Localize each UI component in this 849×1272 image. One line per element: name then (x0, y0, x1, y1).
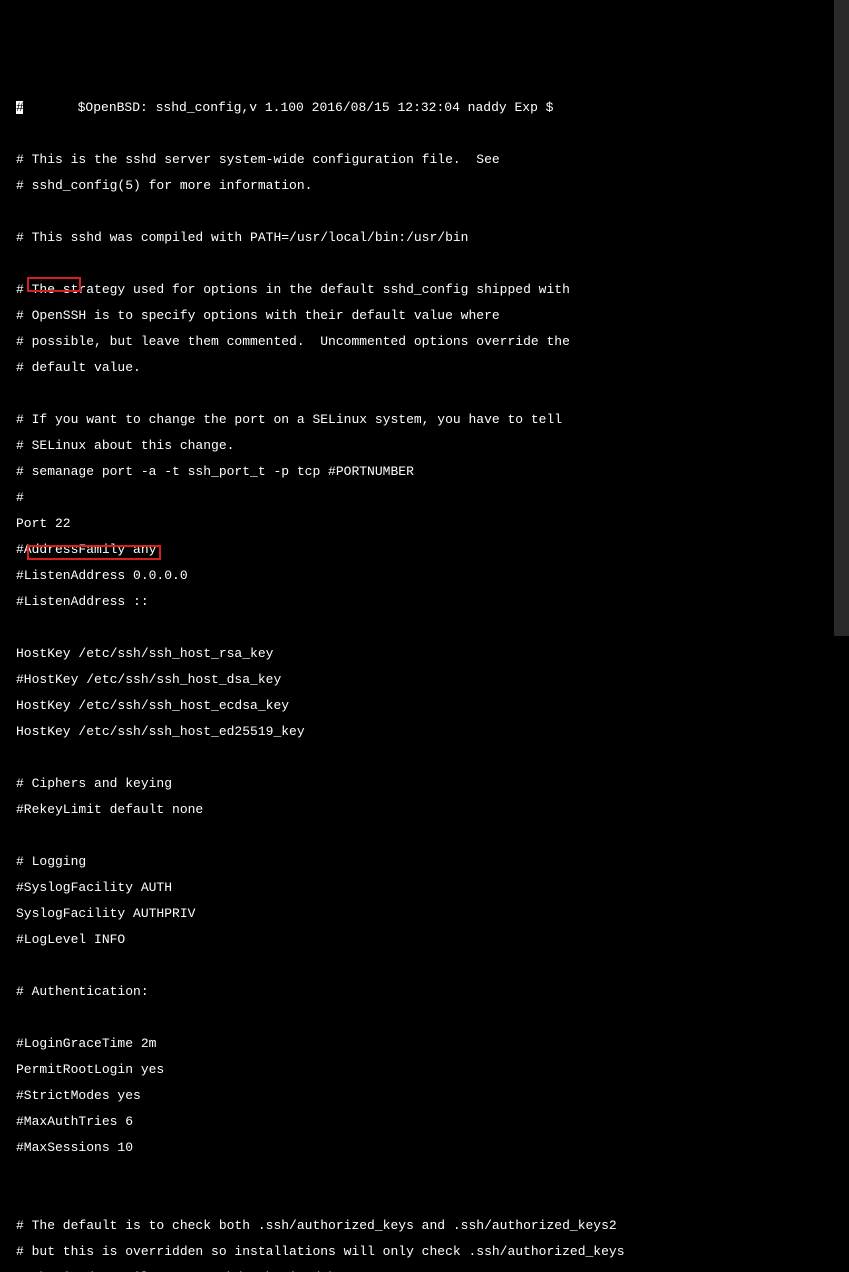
config-line: #MaxSessions 10 (16, 1141, 818, 1154)
config-line: # SELinux about this change. (16, 439, 818, 452)
config-line: #MaxAuthTries 6 (16, 1115, 818, 1128)
config-line: # The strategy used for options in the d… (16, 283, 818, 296)
config-line (16, 1193, 818, 1206)
config-line: Port 22 (16, 517, 818, 530)
config-line: # This sshd was compiled with PATH=/usr/… (16, 231, 818, 244)
config-line: # semanage port -a -t ssh_port_t -p tcp … (16, 465, 818, 478)
config-line (16, 829, 818, 842)
config-line: SyslogFacility AUTHPRIV (16, 907, 818, 920)
config-line: # default value. (16, 361, 818, 374)
config-line: # (16, 491, 818, 504)
config-line: PermitRootLogin yes (16, 1063, 818, 1076)
config-line: # Authentication: (16, 985, 818, 998)
config-line: # possible, but leave them commented. Un… (16, 335, 818, 348)
config-line: #LoginGraceTime 2m (16, 1037, 818, 1050)
config-line: #HostKey /etc/ssh/ssh_host_dsa_key (16, 673, 818, 686)
config-line (16, 387, 818, 400)
config-line: AuthorizedKeysFile .ssh/authorized_keys (16, 1271, 818, 1272)
config-line: # sshd_config(5) for more information. (16, 179, 818, 192)
config-line: # $OpenBSD: sshd_config,v 1.100 2016/08/… (16, 101, 818, 114)
config-line: # Logging (16, 855, 818, 868)
config-line: HostKey /etc/ssh/ssh_host_ecdsa_key (16, 699, 818, 712)
config-line: # OpenSSH is to specify options with the… (16, 309, 818, 322)
config-line (16, 205, 818, 218)
config-line: #ListenAddress 0.0.0.0 (16, 569, 818, 582)
terminal-editor[interactable]: # $OpenBSD: sshd_config,v 1.100 2016/08/… (16, 62, 818, 1272)
config-line (16, 1011, 818, 1024)
config-line: HostKey /etc/ssh/ssh_host_rsa_key (16, 647, 818, 660)
config-line: #AddressFamily any (16, 543, 818, 556)
config-line (16, 751, 818, 764)
config-line: # The default is to check both .ssh/auth… (16, 1219, 818, 1232)
config-line (16, 959, 818, 972)
config-line: # but this is overridden so installation… (16, 1245, 818, 1258)
cursor: # (16, 101, 23, 114)
config-line: #LogLevel INFO (16, 933, 818, 946)
config-line: #StrictModes yes (16, 1089, 818, 1102)
config-line (16, 257, 818, 270)
config-line: #ListenAddress :: (16, 595, 818, 608)
config-line: #RekeyLimit default none (16, 803, 818, 816)
config-line: #SyslogFacility AUTH (16, 881, 818, 894)
config-line: # If you want to change the port on a SE… (16, 413, 818, 426)
config-line: # Ciphers and keying (16, 777, 818, 790)
config-line (16, 127, 818, 140)
config-line (16, 1167, 818, 1180)
config-line: HostKey /etc/ssh/ssh_host_ed25519_key (16, 725, 818, 738)
config-line: # This is the sshd server system-wide co… (16, 153, 818, 166)
config-line (16, 621, 818, 634)
